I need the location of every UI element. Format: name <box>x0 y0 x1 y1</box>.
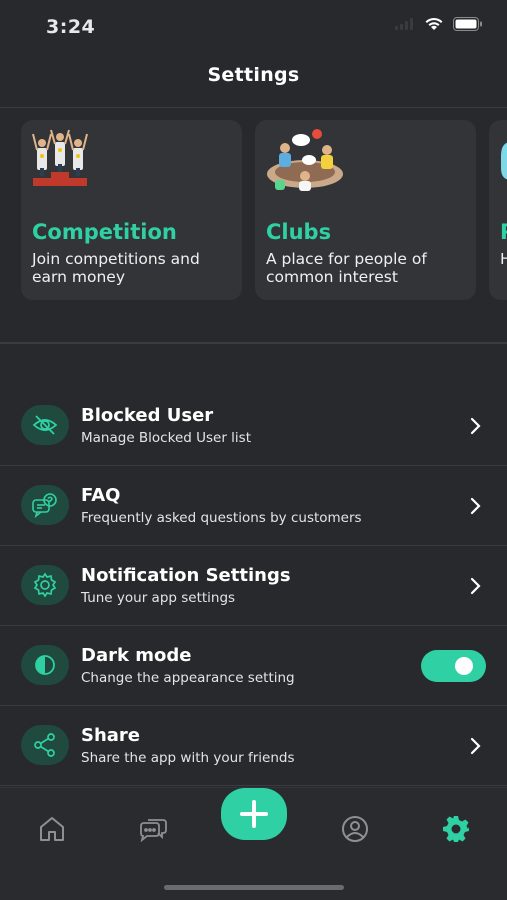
menu-item-notification-settings[interactable]: Notification Settings Tune your app sett… <box>0 546 507 626</box>
menu-item-subtitle: Share the app with your friends <box>81 750 295 766</box>
gear-icon <box>21 565 69 605</box>
faq-icon <box>21 485 69 525</box>
home-icon <box>40 817 64 841</box>
partial-card-illustration <box>499 128 507 197</box>
card-description: Join competitions and earn money <box>32 250 200 286</box>
card-description: A place for people of common interest <box>266 250 427 286</box>
chevron-right-icon <box>470 417 481 435</box>
settings-icon <box>443 816 469 842</box>
share-icon <box>21 725 69 765</box>
menu-item-blocked-user[interactable]: Blocked User Manage Blocked User list <box>0 386 507 466</box>
card-competition[interactable]: Competition Join competitions and earn m… <box>21 120 242 300</box>
dark-mode-toggle[interactable] <box>421 650 486 682</box>
page-title: Settings <box>207 64 300 86</box>
card-description: H w <box>500 250 507 268</box>
add-icon <box>240 800 268 828</box>
menu-item-title: Notification Settings <box>81 565 291 586</box>
club-meeting-illustration <box>265 128 347 199</box>
wifi-icon <box>425 17 443 30</box>
card-clubs[interactable]: Clubs A place for people of common inter… <box>255 120 476 300</box>
feature-cards-carousel[interactable]: Competition Join competitions and earn m… <box>0 120 507 302</box>
chevron-right-icon <box>470 577 481 595</box>
toggle-knob <box>455 657 473 675</box>
battery-icon <box>453 17 482 31</box>
menu-item-subtitle: Manage Blocked User list <box>81 430 252 446</box>
menu-item-title: Dark mode <box>81 645 192 666</box>
menu-item-share[interactable]: Share Share the app with your friends <box>0 706 507 786</box>
menu-item-faq[interactable]: FAQ Frequently asked questions by custom… <box>0 466 507 546</box>
status-time: 3:24 <box>46 16 96 38</box>
tab-settings[interactable] <box>441 814 471 844</box>
menu-item-title: FAQ <box>81 485 121 506</box>
tab-chat[interactable] <box>138 814 168 844</box>
bottom-tab-bar <box>0 787 507 900</box>
card-title: Clubs <box>266 220 332 244</box>
card-partial[interactable]: P H w <box>489 120 507 300</box>
profile-icon <box>342 816 368 842</box>
section-divider <box>0 342 507 344</box>
menu-item-title: Share <box>81 725 141 746</box>
menu-item-subtitle: Frequently asked questions by customers <box>81 510 362 526</box>
podium-winners-illustration <box>31 128 111 197</box>
menu-item-dark-mode: Dark mode Change the appearance setting <box>0 626 507 706</box>
chat-icon <box>140 819 167 842</box>
chevron-right-icon <box>470 497 481 515</box>
menu-item-title: Blocked User <box>81 405 214 426</box>
menu-item-subtitle: Change the appearance setting <box>81 670 295 686</box>
home-indicator[interactable] <box>164 885 344 890</box>
eye-slash-icon <box>21 405 69 445</box>
header: Settings <box>0 52 507 108</box>
status-icons <box>395 17 483 31</box>
card-title: P <box>500 220 507 244</box>
card-title: Competition <box>32 220 177 244</box>
cellular-signal-icon <box>395 18 413 30</box>
status-bar: 3:24 <box>0 0 507 52</box>
add-button[interactable] <box>221 788 287 840</box>
chevron-right-icon <box>470 737 481 755</box>
tab-home[interactable] <box>37 814 67 844</box>
contrast-icon <box>21 645 69 685</box>
menu-item-subtitle: Tune your app settings <box>81 590 236 606</box>
tab-profile[interactable] <box>340 814 370 844</box>
settings-menu: Blocked User Manage Blocked User list FA… <box>0 386 507 786</box>
